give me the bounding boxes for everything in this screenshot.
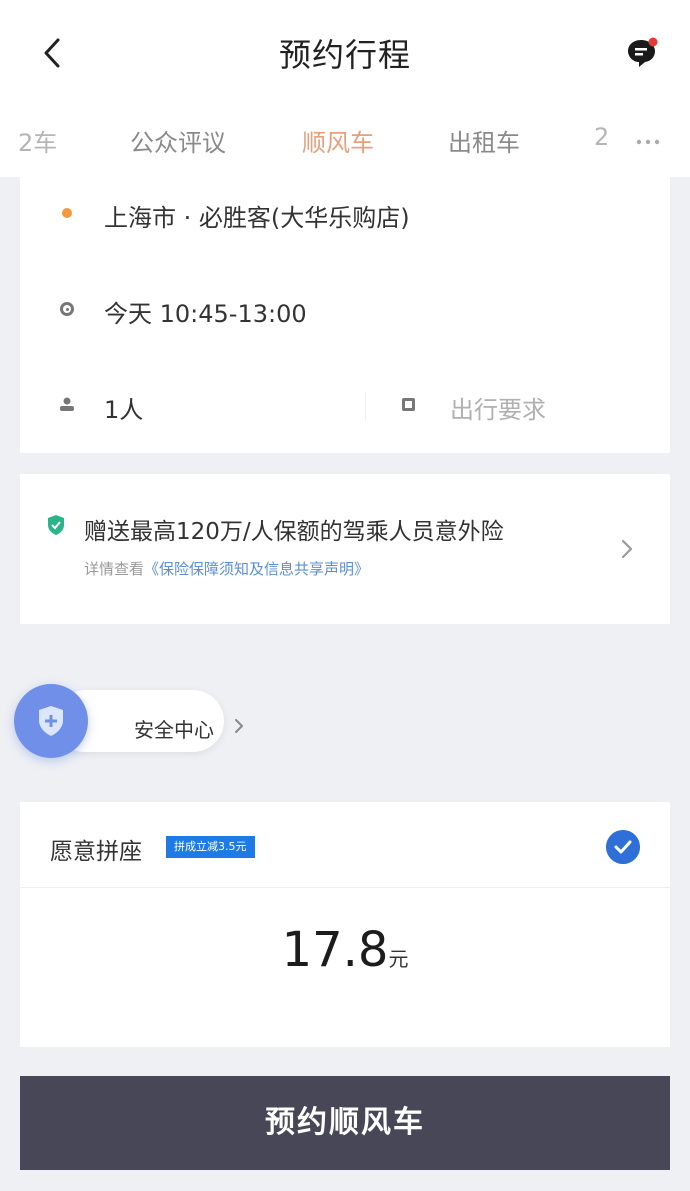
service-tabs: 2车 公众评议 顺风车 出租车 2 [0, 105, 690, 177]
safety-circle [14, 684, 88, 758]
checkmark-icon[interactable] [606, 830, 640, 864]
chevron-right-icon [235, 719, 243, 733]
tab-public-review[interactable]: 公众评议 [130, 123, 226, 158]
time-row[interactable]: 今天 10:45-13:00 [20, 274, 670, 344]
page-title: 预约行程 [278, 36, 411, 74]
carpool-label: 愿意拼座 [50, 839, 142, 865]
origin-text: 上海市 · 必胜客(大华乐购店) [104, 204, 410, 232]
message-bubble-icon[interactable] [626, 36, 660, 70]
price-display: 17.8元 [20, 922, 670, 978]
safety-center-label: 安全中心 [134, 718, 214, 742]
passenger-count[interactable]: 1人 [104, 390, 143, 425]
tab-taxi[interactable]: 出租车 [448, 123, 520, 158]
origin-row[interactable]: 上海市 · 必胜客(大华乐购店) [20, 178, 670, 248]
price-unit: 元 [388, 947, 409, 971]
clock-icon [60, 302, 74, 316]
insurance-subtitle-prefix: 详情查看 [84, 560, 145, 578]
passenger-row: 1人 出行要求 [20, 370, 670, 440]
carpool-option[interactable]: 愿意拼座 拼成立减3.5元 [20, 802, 670, 888]
trip-card: 上海市 · 必胜客(大华乐购店) 今天 10:45-13:00 1人 出行要求 [20, 168, 670, 453]
row-divider [365, 392, 366, 420]
tab-hitch-ride[interactable]: 顺风车 [302, 123, 374, 158]
insurance-policy-link[interactable]: 《保险保障须知及信息共享声明》 [144, 560, 369, 578]
safety-center-button[interactable]: 安全中心 [14, 684, 243, 762]
chevron-right-icon [621, 539, 633, 559]
tab-partial-left[interactable]: 2车 [18, 123, 57, 158]
shield-plus-icon [39, 706, 63, 736]
person-icon [60, 397, 74, 411]
more-icon[interactable] [636, 139, 660, 145]
requirement-field[interactable]: 出行要求 [450, 390, 546, 425]
insurance-card[interactable]: 赠送最高120万/人保额的驾乘人员意外险 详情查看《保险保障须知及信息共享声明》 [20, 474, 670, 624]
requirement-icon [402, 398, 415, 411]
discount-badge: 拼成立减3.5元 [166, 836, 255, 858]
header-bar: 预约行程 [0, 0, 690, 105]
book-hitch-ride-button[interactable]: 预约顺风车 [20, 1076, 670, 1170]
origin-dot-icon [62, 208, 72, 218]
insurance-subtitle: 详情查看《保险保障须知及信息共享声明》 [84, 558, 369, 579]
notification-dot [648, 37, 658, 47]
shield-check-icon [48, 515, 64, 535]
price-value: 17.8 [281, 922, 389, 978]
time-text: 今天 10:45-13:00 [104, 300, 307, 328]
carpool-card: 愿意拼座 拼成立减3.5元 17.8元 [20, 802, 670, 1047]
insurance-title: 赠送最高120万/人保额的驾乘人员意外险 [84, 519, 504, 545]
tab-partial-right[interactable]: 2 [594, 123, 609, 151]
